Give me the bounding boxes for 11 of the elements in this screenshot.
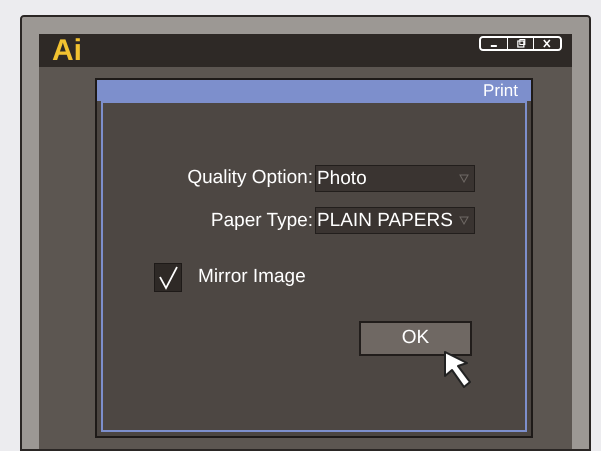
checkbox-label: Mirror Image bbox=[198, 265, 306, 290]
app-logo: Ai bbox=[52, 36, 82, 66]
ok-button[interactable]: OK bbox=[359, 321, 472, 356]
field-label: Paper Type: bbox=[210, 208, 314, 232]
checkbox[interactable] bbox=[154, 263, 182, 292]
dropdown-arrow-icon bbox=[459, 174, 469, 183]
field-label: Quality Option: bbox=[186, 166, 314, 190]
dropdown-field[interactable]: PLAIN PAPERS bbox=[315, 207, 475, 234]
dropdown-field[interactable]: Photo bbox=[315, 164, 475, 192]
dropdown-arrow-icon bbox=[459, 216, 469, 226]
dialog-title: Print bbox=[483, 82, 518, 99]
